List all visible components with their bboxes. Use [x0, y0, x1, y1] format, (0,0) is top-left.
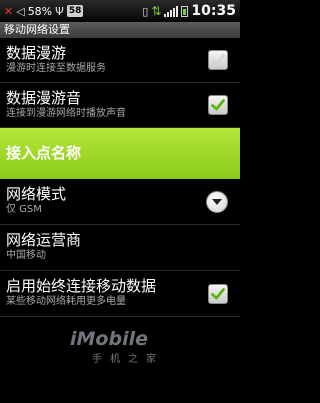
battery-icon	[181, 5, 189, 17]
roaming-sound-checkbox[interactable]	[208, 95, 228, 115]
watermark-logo: iMobile	[70, 328, 148, 350]
item-summary: 某些移动网络耗用更多电量	[6, 296, 126, 307]
item-title: 数据漫游	[6, 44, 67, 62]
item-summary: 仅 GSM	[6, 204, 42, 215]
access-point-names-item[interactable]: 接入点名称	[0, 128, 240, 179]
status-bar: ✕ ◁ 58% Ψ 58 ▯ ⇅ 10:35	[0, 0, 240, 22]
item-summary: 中国移动	[6, 250, 46, 261]
watermark-subtitle: 手机之家	[92, 354, 164, 365]
data-transfer-icon: ⇅	[151, 4, 162, 18]
item-title: 网络运营商	[6, 231, 82, 249]
data-roaming-checkbox[interactable]	[208, 50, 228, 70]
checkmark-icon	[211, 99, 225, 111]
signal-strength-icon	[164, 5, 179, 17]
page-title: 移动网络设置	[0, 22, 240, 38]
network-operator-item[interactable]: 网络运营商 中国移动	[0, 225, 240, 271]
always-on-mobile-data-checkbox[interactable]	[208, 283, 228, 304]
clock: 10:35	[191, 3, 236, 19]
checkmark-icon	[211, 54, 225, 66]
checkmark-icon	[211, 287, 225, 299]
roaming-sound-item[interactable]: 数据漫游音 连接到漫游网络时播放声音	[0, 83, 240, 128]
notification-badge: 58	[66, 5, 84, 17]
always-on-mobile-data-item[interactable]: 启用始终连接移动数据 某些移动网络耗用更多电量	[0, 271, 240, 317]
watermark: iMobile 手机之家	[70, 328, 210, 368]
item-summary: 漫游时连接至数据服务	[6, 63, 106, 74]
item-title: 网络模式	[6, 185, 67, 203]
sound-off-icon: ◁	[16, 4, 25, 18]
item-summary: 连接到漫游网络时播放声音	[6, 108, 126, 119]
vibrate-icon: ▯	[142, 4, 149, 18]
battery-percent: 58%	[27, 4, 53, 18]
usb-icon: Ψ	[55, 4, 64, 18]
settings-list: 数据漫游 漫游时连接至数据服务 数据漫游音 连接到漫游网络时播放声音 接入点名称…	[0, 38, 240, 317]
chevron-down-icon	[212, 198, 222, 205]
item-title: 接入点名称	[6, 144, 82, 162]
data-roaming-item[interactable]: 数据漫游 漫游时连接至数据服务	[0, 38, 240, 83]
network-mode-item[interactable]: 网络模式 仅 GSM	[0, 179, 240, 225]
no-sim-icon: ✕	[4, 4, 14, 18]
network-mode-dropdown[interactable]	[206, 190, 228, 213]
item-title: 数据漫游音	[6, 89, 82, 107]
item-title: 启用始终连接移动数据	[6, 277, 157, 295]
